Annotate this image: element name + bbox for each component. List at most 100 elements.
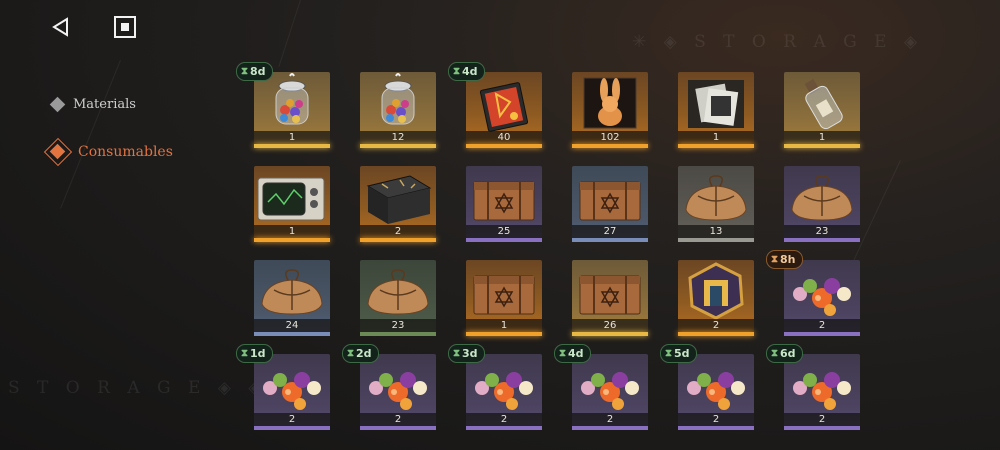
timer-label: 8d (250, 65, 266, 78)
inventory-slot[interactable]: 2 ⧗ 2d (342, 344, 436, 430)
item-quantity: 2 (288, 414, 296, 425)
chest-item-icon (360, 166, 436, 228)
category-materials[interactable]: Materials (44, 90, 214, 118)
item-quantity: 23 (815, 226, 829, 237)
rarity-bar (572, 332, 648, 336)
inventory-slot[interactable]: 1 (784, 72, 860, 148)
rarity-bar (254, 426, 330, 430)
category-consumables[interactable]: Consumables (43, 137, 214, 167)
inventory-slot[interactable]: 2 ⧗ 3d (448, 344, 542, 430)
timer-label: 8h (780, 253, 796, 266)
item-quantity: 2 (712, 414, 720, 425)
expiry-timer-badge: ⧗ 3d (448, 344, 485, 363)
bottle-item-icon (784, 72, 860, 134)
hourglass-icon: ⧗ (771, 254, 779, 265)
jar-item-icon (254, 72, 330, 134)
inventory-slot[interactable]: 12 (360, 72, 436, 148)
timer-label: 1d (250, 347, 266, 360)
rabbit-item-icon (572, 72, 648, 134)
square-stop-icon (114, 16, 136, 38)
item-quantity: 2 (394, 414, 402, 425)
back-button[interactable] (48, 14, 74, 40)
expiry-timer-badge: ⧗ 1d (236, 344, 273, 363)
inventory-slot[interactable]: 2 ⧗ 1d (236, 344, 330, 430)
inventory-slot[interactable]: 1 (254, 166, 330, 242)
category-sidebar: Materials Consumables (43, 90, 214, 186)
rarity-bar (784, 144, 860, 148)
inventory-slot[interactable]: 13 (678, 166, 754, 242)
rarity-bar (678, 426, 754, 430)
expiry-timer-badge: ⧗ 8d (236, 62, 273, 81)
item-quantity: 2 (712, 320, 720, 331)
item-quantity: 27 (603, 226, 617, 237)
crate-item-icon (466, 166, 542, 228)
rarity-bar (572, 144, 648, 148)
timer-label: 4d (462, 65, 478, 78)
inventory-slot[interactable]: 2 ⧗ 8h (766, 250, 860, 336)
hourglass-icon: ⧗ (665, 348, 673, 359)
medallion-item-icon (678, 260, 754, 322)
inventory-slot[interactable]: 2 ⧗ 4d (554, 344, 648, 430)
sack-item-icon (254, 260, 330, 322)
item-quantity: 25 (497, 226, 511, 237)
item-quantity: 2 (394, 226, 402, 237)
rarity-bar (678, 144, 754, 148)
hourglass-icon: ⧗ (347, 348, 355, 359)
rarity-bar (678, 238, 754, 242)
rarity-bar (360, 332, 436, 336)
candy-item-icon (784, 354, 860, 416)
candy-item-icon (678, 354, 754, 416)
item-quantity: 12 (391, 132, 405, 143)
inventory-slot[interactable]: 1 (466, 260, 542, 336)
rarity-bar (466, 144, 542, 148)
inventory-slot[interactable]: 23 (360, 260, 436, 336)
inventory-slot[interactable]: 26 (572, 260, 648, 336)
home-button[interactable] (112, 14, 138, 40)
item-quantity: 26 (603, 320, 617, 331)
timer-label: 5d (674, 347, 690, 360)
inventory-slot[interactable]: 2 ⧗ 6d (766, 344, 860, 430)
sack-item-icon (678, 166, 754, 228)
item-quantity: 1 (500, 320, 508, 331)
back-triangle-icon (52, 17, 68, 37)
inventory-slot[interactable]: 24 (254, 260, 330, 336)
inventory-slot[interactable]: 2 (678, 260, 754, 336)
rarity-bar (466, 332, 542, 336)
timer-label: 6d (780, 347, 796, 360)
background-scratch (278, 0, 301, 67)
tv-item-icon (254, 166, 330, 228)
item-quantity: 23 (391, 320, 405, 331)
diamond-selected-icon (43, 137, 73, 167)
rarity-bar (360, 426, 436, 430)
jar-item-icon (360, 72, 436, 134)
crate-item-icon (572, 260, 648, 322)
rarity-bar (466, 238, 542, 242)
inventory-slot[interactable]: 102 (572, 72, 648, 148)
expiry-timer-badge: ⧗ 8h (766, 250, 803, 269)
inventory-grid: 1 ⧗ 8d 12 40 ⧗ 4d 102 1 1 1 2 25 27 13 23 24 23 1 26 2 2 ⧗ 8h 2 ⧗… (236, 62, 860, 430)
candy-item-icon (466, 354, 542, 416)
rarity-bar (254, 144, 330, 148)
storage-watermark-bottom: S T O R A G E ◈ ◈ (8, 378, 268, 398)
rarity-bar (784, 426, 860, 430)
inventory-slot[interactable]: 25 (466, 166, 542, 242)
inventory-slot[interactable]: 27 (572, 166, 648, 242)
item-quantity: 1 (288, 132, 296, 143)
inventory-slot[interactable]: 40 ⧗ 4d (448, 62, 542, 148)
candy-item-icon (254, 354, 330, 416)
item-quantity: 40 (497, 132, 511, 143)
timer-label: 3d (462, 347, 478, 360)
sack-item-icon (784, 166, 860, 228)
category-label: Consumables (78, 144, 173, 160)
rarity-bar (360, 144, 436, 148)
sack-item-icon (360, 260, 436, 322)
item-quantity: 1 (288, 226, 296, 237)
inventory-slot[interactable]: 2 (360, 166, 436, 242)
item-quantity: 2 (818, 320, 826, 331)
inventory-slot[interactable]: 2 ⧗ 5d (660, 344, 754, 430)
expiry-timer-badge: ⧗ 6d (766, 344, 803, 363)
inventory-slot[interactable]: 1 (678, 72, 754, 148)
inventory-slot[interactable]: 1 ⧗ 8d (236, 62, 330, 148)
rarity-bar (254, 238, 330, 242)
inventory-slot[interactable]: 23 (784, 166, 860, 242)
